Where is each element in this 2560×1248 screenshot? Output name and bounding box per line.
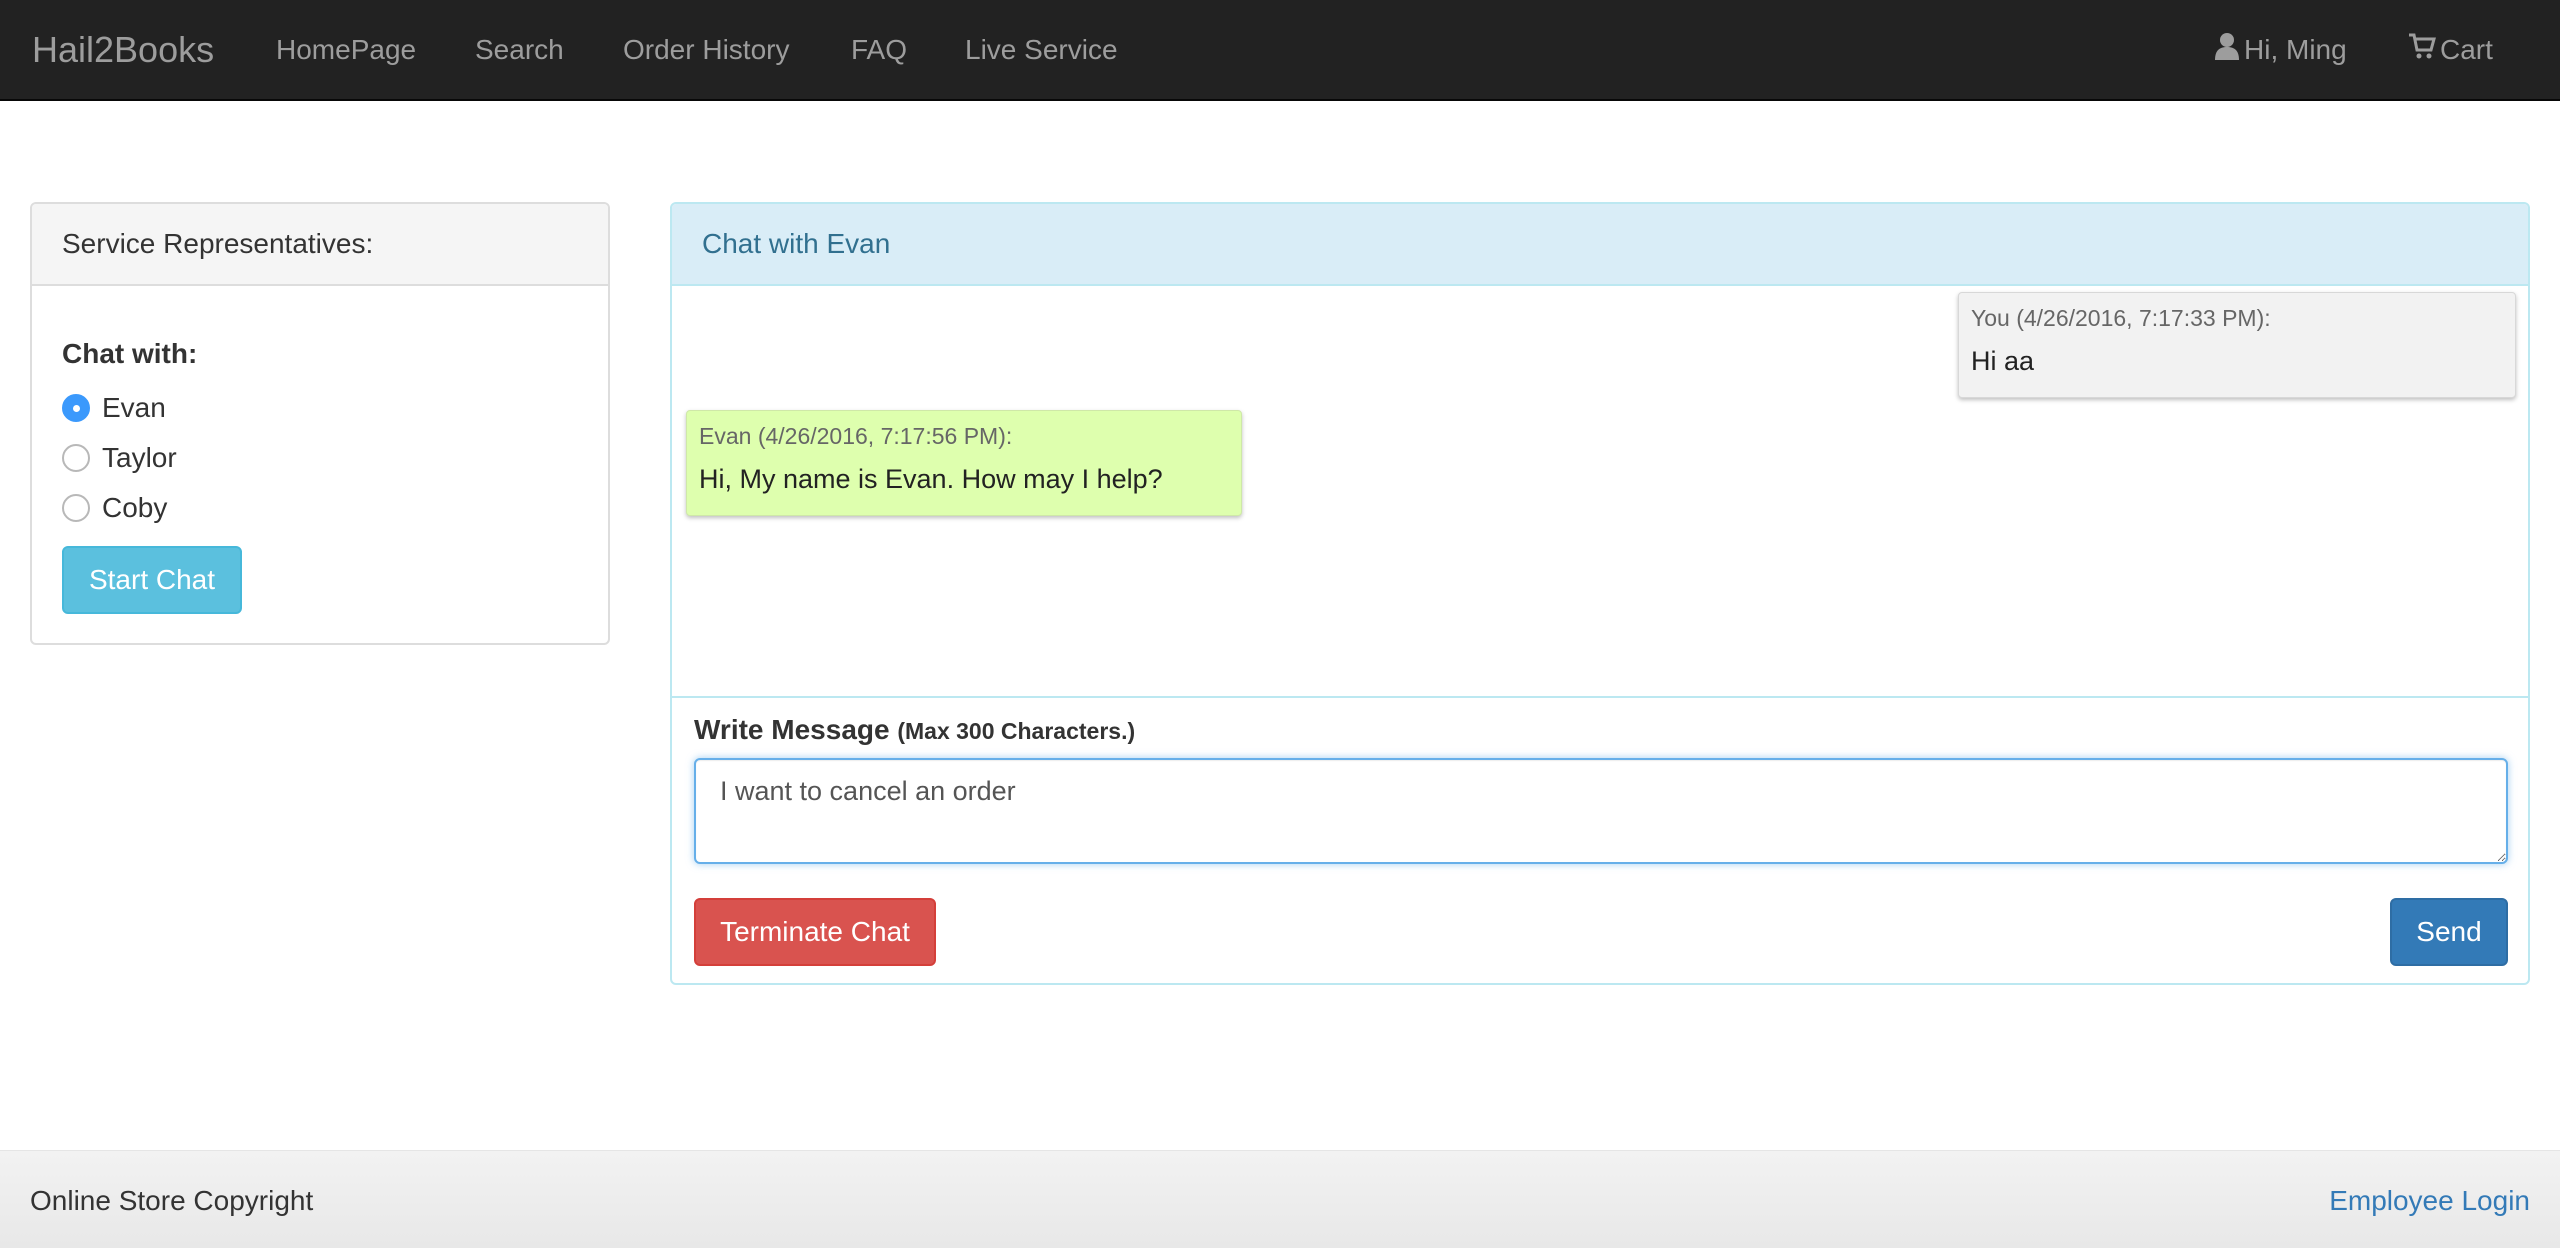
user-greeting: Hi, Ming	[2244, 33, 2347, 65]
radio-evan[interactable]	[62, 394, 90, 422]
write-message-hint: (Max 300 Characters.)	[897, 718, 1136, 744]
rep-option-coby[interactable]: Coby	[62, 488, 167, 528]
message-text: Hi aa	[1971, 346, 2035, 376]
user-menu-link[interactable]: Hi, Ming	[2214, 0, 2347, 99]
nav-search[interactable]: Search	[475, 0, 564, 99]
start-chat-button[interactable]: Start Chat	[62, 546, 242, 614]
rep-option-label: Coby	[102, 492, 168, 523]
footer-copyright: Online Store Copyright	[30, 1185, 314, 1216]
message-bubble-you: You (4/26/2016, 7:17:33 PM): Hi aa	[1958, 292, 2516, 398]
terminate-chat-button[interactable]: Terminate Chat	[694, 898, 936, 966]
message-text: Hi, My name is Evan. How may I help?	[699, 464, 1163, 494]
service-reps-panel: Service Representatives: Chat with: Evan…	[30, 202, 610, 645]
message-input[interactable]	[694, 758, 2508, 864]
chat-with-label: Chat with:	[62, 338, 198, 369]
radio-coby[interactable]	[62, 494, 90, 522]
service-reps-heading: Service Representatives:	[32, 204, 608, 286]
top-navbar: Hail2Books HomePage Search Order History…	[0, 0, 2560, 101]
brand-link[interactable]: Hail2Books	[32, 0, 214, 99]
cart-link[interactable]: Cart	[2408, 0, 2493, 99]
chat-heading: Chat with Evan	[672, 204, 2528, 286]
write-message-label: Write Message (Max 300 Characters.)	[694, 714, 1135, 746]
cart-icon	[2408, 32, 2436, 67]
write-message-title: Write Message	[694, 714, 890, 745]
nav-order-history[interactable]: Order History	[623, 0, 789, 99]
rep-option-taylor[interactable]: Taylor	[62, 438, 177, 478]
user-icon	[2214, 32, 2240, 67]
nav-faq[interactable]: FAQ	[851, 0, 907, 99]
send-button[interactable]: Send	[2390, 898, 2508, 966]
message-bubble-rep: Evan (4/26/2016, 7:17:56 PM): Hi, My nam…	[686, 410, 1242, 516]
cart-label: Cart	[2440, 33, 2493, 65]
rep-option-label: Evan	[102, 392, 166, 423]
nav-live-service[interactable]: Live Service	[965, 0, 1118, 99]
footer: Online Store Copyright Employee Login	[0, 1150, 2560, 1248]
chat-messages-area[interactable]: You (4/26/2016, 7:17:33 PM): Hi aa Evan …	[672, 286, 2528, 698]
employee-login-link[interactable]: Employee Login	[2329, 1185, 2530, 1217]
rep-option-evan[interactable]: Evan	[62, 388, 166, 428]
message-meta: You (4/26/2016, 7:17:33 PM):	[1971, 305, 2271, 331]
nav-homepage[interactable]: HomePage	[276, 0, 416, 99]
rep-option-label: Taylor	[102, 442, 177, 473]
message-meta: Evan (4/26/2016, 7:17:56 PM):	[699, 423, 1013, 449]
radio-taylor[interactable]	[62, 444, 90, 472]
chat-panel: Chat with Evan You (4/26/2016, 7:17:33 P…	[670, 202, 2530, 985]
